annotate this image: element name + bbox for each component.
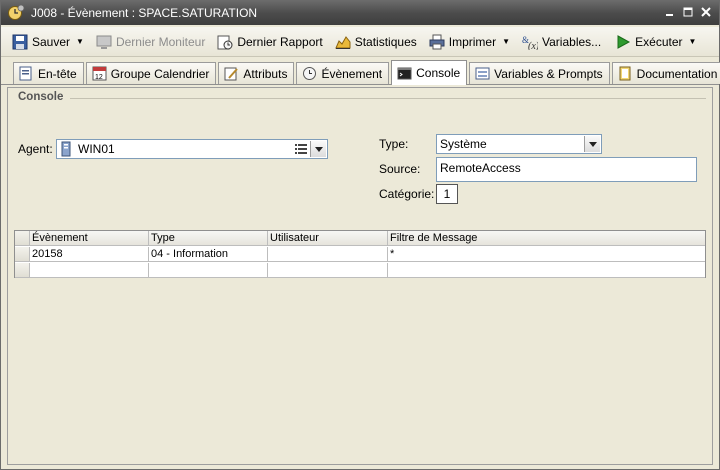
- event-filter-grid: Évènement Type Utilisateur Filtre de Mes…: [14, 230, 706, 278]
- toolbar: Sauver ▼ Dernier Moniteur Dernier Rappor…: [1, 27, 719, 57]
- type-label: Type:: [379, 137, 409, 151]
- list-icon[interactable]: [295, 143, 307, 155]
- row-header[interactable]: [15, 263, 30, 277]
- report-clock-icon: [217, 34, 233, 50]
- event-clock-icon: [302, 66, 317, 81]
- clock-gear-icon: [7, 4, 25, 22]
- agent-select[interactable]: WIN01: [56, 139, 328, 159]
- floppy-disk-icon: [12, 34, 28, 50]
- header-doc-icon: [19, 66, 34, 81]
- source-label: Source:: [379, 162, 421, 176]
- agent-dropdown-button[interactable]: [310, 141, 326, 157]
- cell-user[interactable]: [268, 263, 388, 277]
- cell-event[interactable]: [30, 263, 149, 277]
- source-value: RemoteAccess: [440, 161, 521, 175]
- title-bar[interactable]: J008 - Évènement : SPACE.SATURATION: [1, 1, 719, 25]
- grid-header-row: Évènement Type Utilisateur Filtre de Mes…: [15, 231, 705, 246]
- execute-button[interactable]: Exécuter ▼: [612, 30, 699, 54]
- maximize-icon[interactable]: [683, 7, 693, 17]
- category-value: 1: [443, 187, 451, 201]
- type-dropdown-button[interactable]: [584, 136, 600, 152]
- tab-documentation[interactable]: Documentation: [611, 62, 720, 84]
- cell-message-filter[interactable]: [388, 263, 705, 277]
- agent-value: WIN01: [78, 142, 115, 156]
- source-input[interactable]: RemoteAccess: [436, 157, 697, 182]
- event-object-window: J008 - Évènement : SPACE.SATURATION Sauv…: [0, 0, 720, 470]
- svg-text:(x): (x): [528, 41, 538, 50]
- table-row[interactable]: [15, 263, 705, 278]
- print-dropdown-arrow-icon[interactable]: ▼: [502, 37, 510, 46]
- minimize-icon[interactable]: [665, 7, 675, 17]
- documentation-icon: [618, 66, 633, 81]
- cell-type[interactable]: 04 - Information: [149, 247, 268, 261]
- save-button[interactable]: Sauver ▼: [9, 30, 87, 54]
- close-icon[interactable]: [701, 7, 711, 17]
- console-group-title: Console: [18, 91, 64, 103]
- play-icon: [615, 34, 631, 50]
- attributes-icon: [224, 66, 239, 81]
- tab-attributes[interactable]: Attributs: [218, 62, 295, 84]
- cell-event[interactable]: 20158: [30, 247, 149, 261]
- column-header-user[interactable]: Utilisateur: [268, 231, 388, 245]
- calendar-icon: 12: [92, 66, 107, 81]
- column-header-event[interactable]: Évènement: [30, 231, 149, 245]
- tab-calendar-group[interactable]: 12 Groupe Calendrier: [85, 62, 217, 84]
- category-input[interactable]: 1: [436, 184, 458, 204]
- console-panel: Console Agent: WIN01 Type: Système Sourc…: [7, 87, 713, 465]
- tab-event[interactable]: Évènement: [296, 62, 390, 84]
- window-title: J008 - Évènement : SPACE.SATURATION: [31, 6, 258, 20]
- statistics-chart-icon: [334, 34, 351, 50]
- cell-type[interactable]: [149, 263, 268, 277]
- printer-icon: [429, 34, 445, 50]
- server-icon: [60, 141, 72, 157]
- tab-console[interactable]: Console: [391, 60, 468, 85]
- group-divider: [70, 98, 706, 99]
- table-row[interactable]: 20158 04 - Information *: [15, 247, 705, 262]
- type-select[interactable]: Système: [436, 134, 602, 154]
- monitor-icon: [96, 34, 112, 50]
- row-header[interactable]: [15, 247, 30, 261]
- category-label: Catégorie:: [379, 187, 435, 201]
- column-header-message-filter[interactable]: Filtre de Message: [388, 231, 705, 245]
- variables-button[interactable]: & (x) Variables...: [519, 30, 604, 54]
- cell-message-filter[interactable]: *: [388, 247, 705, 261]
- statistics-button[interactable]: Statistiques: [332, 30, 420, 54]
- cell-user[interactable]: [268, 247, 388, 261]
- variables-icon: & (x): [522, 34, 540, 52]
- save-dropdown-arrow-icon[interactable]: ▼: [76, 37, 84, 46]
- row-header-corner: [15, 231, 30, 245]
- print-button[interactable]: Imprimer ▼: [426, 30, 513, 54]
- variables-icon: [475, 66, 490, 81]
- type-value: Système: [440, 137, 487, 151]
- last-monitor-button[interactable]: Dernier Moniteur: [93, 30, 208, 54]
- column-header-type[interactable]: Type: [149, 231, 268, 245]
- last-report-button[interactable]: Dernier Rapport: [214, 30, 325, 54]
- tab-variables-prompts[interactable]: Variables & Prompts: [469, 62, 610, 84]
- execute-dropdown-arrow-icon[interactable]: ▼: [689, 37, 697, 46]
- tab-header[interactable]: En-tête: [13, 62, 84, 84]
- svg-text:12: 12: [95, 74, 103, 81]
- console-icon: [397, 66, 412, 81]
- tab-bar: En-tête 12 Groupe Calendrier Attributs É…: [1, 59, 720, 85]
- agent-label: Agent:: [18, 142, 53, 156]
